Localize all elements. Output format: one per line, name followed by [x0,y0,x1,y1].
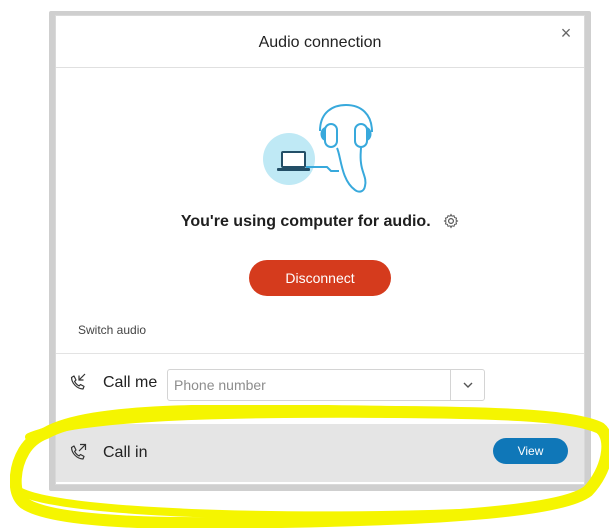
close-button[interactable]: × [556,23,576,43]
close-icon: × [560,23,572,43]
chevron-down-icon [463,382,472,388]
dialog-header: Audio connection × [56,16,584,68]
headphone-right-pad [354,123,368,148]
headphone-left-pad [324,123,338,148]
phone-callback-icon [70,373,86,390]
view-button[interactable]: View [493,438,568,464]
laptop-base [277,168,310,171]
switch-audio-label: Switch audio [78,323,147,337]
phone-outgoing-icon [70,443,87,460]
disconnect-button[interactable]: Disconnect [249,260,391,296]
call-me-row: Call me [56,353,584,409]
headphone-cable [336,146,367,193]
audio-status: You're using computer for audio. [56,212,584,232]
country-code-dropdown[interactable] [450,370,484,400]
laptop-screen [281,151,306,168]
headphones-laptop-illustration [263,103,373,193]
call-me-label: Call me [103,374,158,391]
audio-status-text: You're using computer for audio. [180,213,431,230]
dialog-title: Audio connection [258,34,382,51]
call-in-label: Call in [103,444,148,461]
gear-icon[interactable] [443,213,459,229]
phone-number-field [167,369,485,401]
audio-connection-dialog: Audio connection × You're using computer… [55,15,585,485]
call-in-row[interactable]: Call in View [56,424,584,482]
phone-number-input[interactable] [168,370,451,400]
page: Audio connection × You're using computer… [0,0,611,531]
